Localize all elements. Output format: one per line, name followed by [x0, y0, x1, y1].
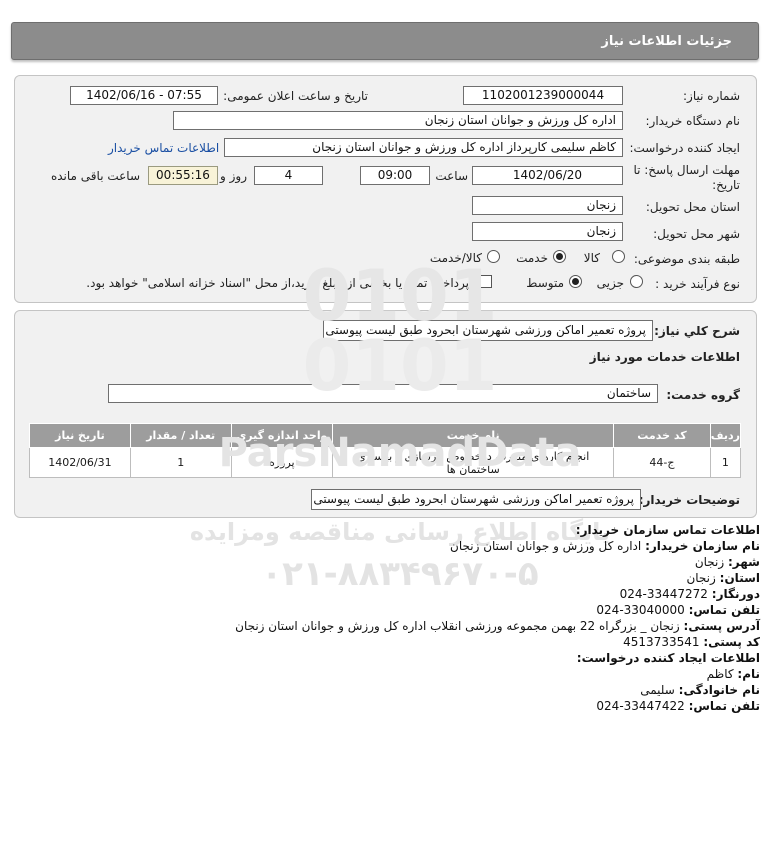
buyer-notes-field: پروژه تعمیر اماکن ورزشی شهرستان ابحرود ط…: [311, 489, 641, 510]
watermark-line2: ۰۲۱-۸۸۳۴۹۶۷۰-۵: [261, 554, 538, 594]
days-label: روز و: [220, 169, 247, 183]
col-quantity: تعداد / مقدار: [129, 423, 232, 448]
category-radio-goods[interactable]: [612, 250, 625, 263]
address-line: آدرس پستی: زنجان _ بزرگراه 22 بهمن مجموع…: [235, 619, 760, 633]
delivery-city-field: زنجان: [472, 222, 623, 241]
deadline-label-date: تاریخ:: [712, 178, 740, 192]
province-line: استان: زنجان: [686, 571, 760, 585]
delivery-city-label: شهر محل تحویل:: [653, 227, 740, 241]
city-line: شهر: زنجان: [694, 555, 760, 569]
col-service-code: کد خدمت: [613, 423, 711, 448]
cell-quantity: 1: [129, 447, 232, 478]
deadline-date-field: 1402/06/20: [472, 166, 623, 185]
buyer-contact-link[interactable]: اطلاعات تماس خریدار: [108, 141, 219, 155]
table-row: 1 ج-44 انجام کارهای متفرقه درخصوص بازساز…: [29, 447, 742, 478]
deadline-time-field: 09:00: [360, 166, 430, 185]
buyer-org-label: نام دستگاه خریدار:: [645, 114, 741, 128]
col-need-date: تاریخ نیاز: [29, 423, 131, 448]
service-group-field: ساختمان: [108, 384, 658, 403]
first-name-line: نام: کاظم: [706, 667, 760, 681]
cell-need-date: 1402/06/31: [29, 447, 131, 478]
process-radio-minor[interactable]: [630, 275, 643, 288]
category-radio-service[interactable]: [553, 250, 566, 263]
phone-line: تلفن تماس: 33040000-024: [596, 603, 760, 617]
treasury-payment-note: پرداخت تمام یا بخشی از مبلغ خرید،از محل …: [86, 276, 469, 290]
cell-service-name: انجام کارهای متفرقه درخصوص بازسازی و بهس…: [332, 447, 615, 478]
col-unit: واحد اندازه گیری: [230, 423, 334, 448]
col-row-number: ردیف: [709, 423, 742, 448]
buyer-notes-label: توضیحات خریدار:: [638, 493, 740, 507]
process-radio-medium[interactable]: [569, 275, 582, 288]
org-name-line: نام سازمان خریدار: اداره کل ورزش و جوانا…: [450, 539, 760, 553]
need-details-panel: [14, 75, 757, 303]
services-panel: [14, 310, 757, 518]
need-number-label: شماره نیاز:: [683, 89, 740, 103]
process-option-medium: متوسط: [526, 276, 564, 290]
delivery-province-field: زنجان: [472, 196, 623, 215]
postal-line: کد پستی: 4513733541: [623, 635, 760, 649]
announce-field: 1402/06/16 - 07:55: [70, 86, 218, 105]
need-number-field: 1102001239000044: [463, 86, 623, 105]
services-table: ردیف کد خدمت نام خدمت واحد اندازه گیری ت…: [29, 423, 742, 478]
services-section-title: اطلاعات خدمات مورد نیاز: [589, 350, 740, 364]
category-option-goods: کالا: [583, 251, 600, 265]
treasury-payment-checkbox[interactable]: [479, 275, 492, 288]
deadline-time-label: ساعت: [435, 169, 468, 183]
fax-line: دورنگار: 33447272-024: [619, 587, 760, 601]
category-label: طبقه بندی موضوعی:: [633, 252, 740, 266]
deadline-label: مهلت ارسال پاسخ: تا: [633, 163, 740, 177]
remaining-label: ساعت باقی مانده: [50, 169, 140, 183]
service-group-label: گروه خدمت:: [666, 388, 740, 402]
announce-label: تاریخ و ساعت اعلان عمومی:: [223, 89, 368, 103]
cell-row-number: 1: [709, 447, 742, 478]
process-label: نوع فرآیند خرید :: [655, 277, 740, 291]
col-service-name: نام خدمت: [332, 423, 615, 448]
days-field: 4: [254, 166, 323, 185]
table-header-row: ردیف کد خدمت نام خدمت واحد اندازه گیری ت…: [29, 423, 742, 448]
remaining-time-field: 00:55:16: [148, 166, 218, 185]
page-header: جزئیات اطلاعات نیاز: [11, 22, 759, 60]
buyer-org-field: اداره کل ورزش و جوانان استان زنجان: [173, 111, 623, 130]
org-contact-title: اطلاعات تماس سازمان خریدار:: [575, 523, 760, 537]
category-option-service: خدمت: [516, 251, 548, 265]
creator-contact-title: اطلاعات ایجاد کننده درخواست:: [576, 651, 760, 665]
cell-service-code: ج-44: [613, 447, 711, 478]
description-label: شرح کلي نياز:: [654, 324, 740, 338]
last-name-line: نام خانوادگی: سلیمی: [640, 683, 760, 697]
creator-phone-line: تلفن تماس: 33447422-024: [596, 699, 760, 713]
category-radio-goods-service[interactable]: [487, 250, 500, 263]
delivery-province-label: استان محل تحویل:: [645, 200, 740, 214]
process-option-minor: جزیی: [596, 276, 624, 290]
creator-label: ایجاد کننده درخواست:: [629, 141, 740, 155]
category-option-goods-service: کالا/خدمت: [429, 251, 482, 265]
cell-unit: پروژه: [230, 447, 334, 478]
page-title: جزئیات اطلاعات نیاز: [601, 34, 732, 49]
creator-field: کاظم سلیمی کارپرداز اداره کل ورزش و جوان…: [224, 138, 623, 157]
description-field: پروژه تعمیر اماکن ورزشی شهرستان ابحرود ط…: [323, 320, 653, 341]
